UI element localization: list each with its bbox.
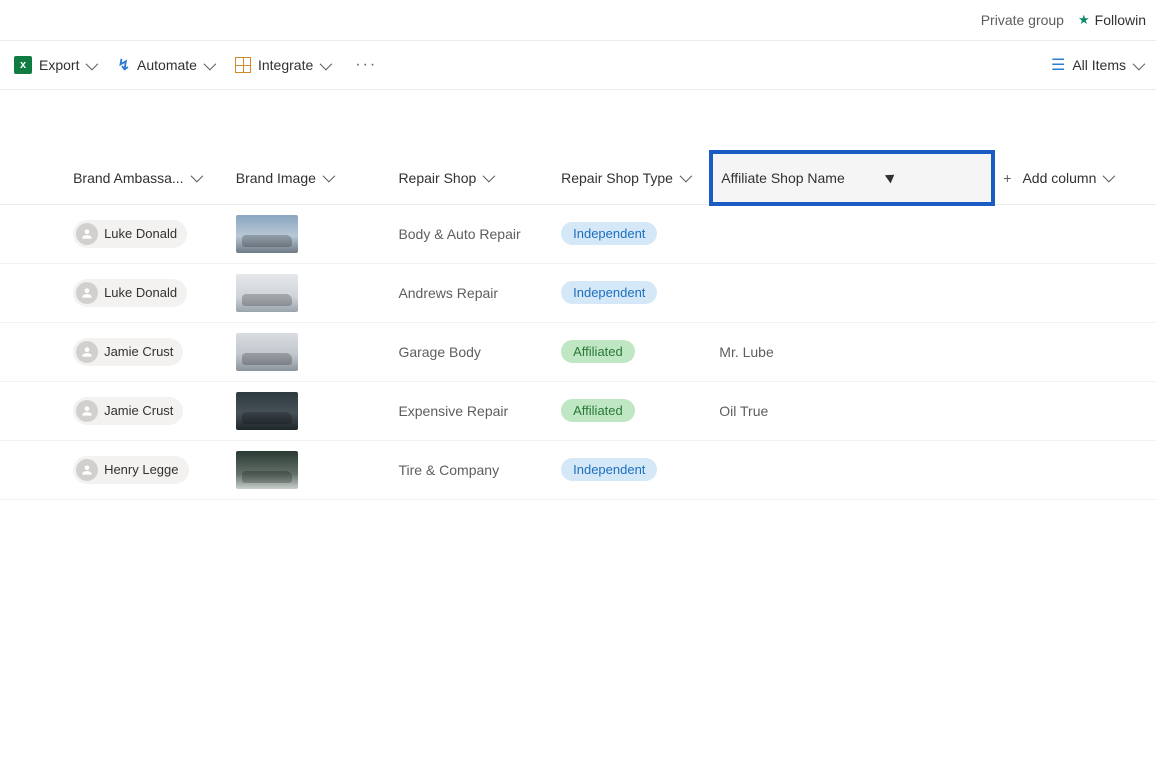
avatar-icon (76, 282, 98, 304)
automate-icon: ↯ (117, 56, 130, 74)
column-header-brand-image[interactable]: Brand Image (236, 170, 332, 186)
person-name: Luke Donald (104, 285, 177, 300)
person-pill[interactable]: Luke Donald (73, 279, 187, 307)
chevron-down-icon (86, 57, 99, 70)
table-row[interactable]: Jamie Crust Garage Body Affiliated Mr. Lube (0, 322, 1156, 381)
column-header-repair-shop[interactable]: Repair Shop (398, 170, 492, 186)
chevron-down-icon (190, 170, 203, 183)
affiliate-shop-name-value: Oil True (719, 403, 768, 419)
command-bar: x Export ↯ Automate Integrate ··· ☰ All … (0, 41, 1156, 90)
brand-image-thumbnail[interactable] (236, 451, 298, 489)
integrate-label: Integrate (258, 57, 313, 73)
list-icon: ☰ (1051, 55, 1065, 75)
avatar-icon (76, 400, 98, 422)
repair-shop-type-tag: Independent (561, 458, 657, 481)
person-pill[interactable]: Jamie Crust (73, 397, 183, 425)
avatar-icon (76, 223, 98, 245)
chevron-down-icon (320, 57, 333, 70)
column-label: Repair Shop Type (561, 170, 673, 186)
add-column-label: Add column (1022, 170, 1096, 186)
repair-shop-type-tag: Independent (561, 222, 657, 245)
chevron-down-icon (322, 170, 335, 183)
chevron-down-icon (1133, 57, 1146, 70)
integrate-icon (235, 57, 251, 73)
person-name: Luke Donald (104, 226, 177, 241)
new-column-name-cell[interactable] (711, 152, 993, 204)
column-header-repair-shop-type[interactable]: Repair Shop Type (561, 170, 689, 186)
site-info-bar: Private group ★ Followin (0, 0, 1156, 41)
integrate-button[interactable]: Integrate (233, 53, 331, 77)
view-selector[interactable]: ☰ All Items (1049, 51, 1144, 79)
follow-toggle[interactable]: ★ Followin (1078, 12, 1146, 28)
column-label: Brand Image (236, 170, 316, 186)
table-row[interactable]: Jamie Crust Expensive Repair Affiliated Oil… (0, 381, 1156, 440)
excel-icon: x (14, 56, 32, 74)
chevron-down-icon (680, 170, 693, 183)
private-group-label: Private group (981, 12, 1064, 28)
repair-shop-value: Tire & Company (398, 462, 499, 478)
affiliate-shop-name-value: Mr. Lube (719, 344, 773, 360)
repair-shop-type-tag: Independent (561, 281, 657, 304)
automate-button[interactable]: ↯ Automate (115, 52, 215, 78)
person-pill[interactable]: Henry Legge (73, 456, 188, 484)
following-label: Followin (1095, 12, 1146, 28)
brand-image-thumbnail[interactable] (236, 274, 298, 312)
export-button[interactable]: x Export (12, 52, 97, 78)
table-row[interactable]: Luke Donald Andrews Repair Independent (0, 263, 1156, 322)
view-label: All Items (1072, 57, 1126, 73)
repair-shop-type-tag: Affiliated (561, 399, 635, 422)
person-name: Henry Legge (104, 462, 178, 477)
person-pill[interactable]: Luke Donald (73, 220, 187, 248)
chevron-down-icon (204, 57, 217, 70)
person-pill[interactable]: Jamie Crust (73, 338, 183, 366)
repair-shop-value: Expensive Repair (398, 403, 508, 419)
person-name: Jamie Crust (104, 403, 173, 418)
export-label: Export (39, 57, 79, 73)
sharepoint-list: Brand Ambassa... Brand Image Repair Shop (0, 150, 1156, 500)
automate-label: Automate (137, 57, 197, 73)
plus-icon: + (1003, 170, 1011, 186)
column-label: Repair Shop (398, 170, 476, 186)
person-name: Jamie Crust (104, 344, 173, 359)
column-label: Brand Ambassa... (73, 170, 184, 186)
avatar-icon (76, 341, 98, 363)
avatar-icon (76, 459, 98, 481)
star-icon: ★ (1078, 12, 1090, 28)
chevron-down-icon (1103, 170, 1116, 183)
repair-shop-value: Body & Auto Repair (398, 226, 520, 242)
repair-shop-value: Andrews Repair (398, 285, 498, 301)
more-actions-button[interactable]: ··· (349, 56, 383, 74)
column-header-brand-ambassador[interactable]: Brand Ambassa... (73, 170, 200, 186)
repair-shop-type-tag: Affiliated (561, 340, 635, 363)
new-column-name-input[interactable] (721, 170, 881, 186)
add-column-button[interactable]: + Add column (1003, 170, 1112, 186)
brand-image-thumbnail[interactable] (236, 215, 298, 253)
table-row[interactable]: Luke Donald Body & Auto Repair Independent (0, 204, 1156, 263)
chevron-down-icon (483, 170, 496, 183)
column-header-row: Brand Ambassa... Brand Image Repair Shop (0, 152, 1156, 204)
repair-shop-value: Garage Body (398, 344, 481, 360)
table-row[interactable]: Henry Legge Tire & Company Independent (0, 440, 1156, 499)
brand-image-thumbnail[interactable] (236, 392, 298, 430)
brand-image-thumbnail[interactable] (236, 333, 298, 371)
cursor-icon (887, 172, 897, 186)
